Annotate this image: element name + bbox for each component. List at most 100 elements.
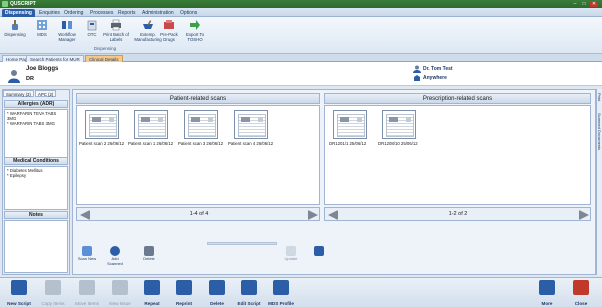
mds-profile-button[interactable]: MDS Profile xyxy=(266,279,296,307)
export-arrow-icon xyxy=(190,20,200,30)
scan-new-button[interactable]: Scan New xyxy=(77,246,97,268)
scan-thumbnail[interactable] xyxy=(85,110,119,139)
document-tabs: Home Page Search Patients for MUR Clinic… xyxy=(0,54,602,62)
prescription-scans-pager: 1-2 of 2 xyxy=(324,207,591,221)
side-tab-strip: Print Scanned Documents xyxy=(596,89,602,275)
allergies-header: Allergies (ADR) xyxy=(4,100,68,108)
scan-thumbnail[interactable] xyxy=(333,110,367,139)
previous-arrow-icon[interactable] xyxy=(80,210,90,220)
otc-icon xyxy=(87,20,97,31)
grid-icon xyxy=(539,280,555,295)
scan-thumbnail[interactable] xyxy=(184,110,218,139)
prescription-scans-area: DR1201/1 25/06/12 DR1208/10 25/06/12 xyxy=(324,105,591,205)
exit-icon xyxy=(573,280,589,295)
menu-tab-enquiries[interactable]: Enquiries xyxy=(36,9,63,17)
scan-caption: DR1208/10 25/06/12 xyxy=(378,141,418,146)
menu-tab-processes[interactable]: Processes xyxy=(87,9,116,17)
move-items-button[interactable]: Move Items xyxy=(72,279,102,307)
menu-tab-reports[interactable]: Reports xyxy=(115,9,139,17)
previous-arrow-icon[interactable] xyxy=(328,210,338,220)
doctor-name: Dr. Tom Test xyxy=(423,66,453,72)
clinical-summary-panel: Summary (3) APC (2) Allergies (ADR) * WA… xyxy=(2,89,70,275)
printer-icon xyxy=(314,246,324,256)
prescription-scans-header: Prescription-related scans xyxy=(324,93,591,104)
ribbon-export-tosho-button[interactable]: Export To TOSHO xyxy=(182,19,208,47)
pestle-icon xyxy=(12,20,18,30)
close-button[interactable]: Close xyxy=(566,279,596,307)
window-close-button[interactable]: ✕ xyxy=(590,1,598,7)
ribbon-pre-pack-drugs-button[interactable]: Pre-Pack Drugs xyxy=(156,19,182,47)
new-issue-icon xyxy=(112,280,128,295)
menu-tab-ordering[interactable]: Ordering xyxy=(61,9,86,17)
ribbon-workflow-manager-button[interactable]: Workflow Manager xyxy=(54,19,80,47)
side-tab-print[interactable]: Print xyxy=(597,93,602,101)
delete-button[interactable]: Delete xyxy=(202,279,232,307)
workflow-icon xyxy=(62,21,72,29)
mortar-icon xyxy=(143,20,153,29)
patient-location: Anywhere xyxy=(423,75,447,81)
bottom-toolbar: New Script Copy Items Move Items New Iss… xyxy=(0,277,602,307)
tab-apc[interactable]: APC (2) xyxy=(35,90,57,97)
print-scan-button[interactable] xyxy=(309,246,329,268)
list-item: * WARFARIN TABS 3MG xyxy=(7,121,55,126)
delete-scan-button[interactable]: Delete xyxy=(139,246,159,268)
copy-icon xyxy=(45,280,61,295)
patient-avatar-icon xyxy=(8,70,20,83)
repeat-button[interactable]: Repeat xyxy=(137,279,167,307)
app-title: QUSCRIPT xyxy=(10,1,36,7)
scan-caption: Patient scan 1 26/06/12 xyxy=(128,141,174,146)
ribbon-otc-button[interactable]: OTC xyxy=(79,19,105,47)
doctor-icon xyxy=(413,65,421,73)
scan-caption: Patient scan 2 26/06/12 xyxy=(79,141,125,146)
list-item: * WARFARIN TEVA TABS 3MG xyxy=(7,111,57,121)
doc-tab-search-patients[interactable]: Search Patients for MUR xyxy=(26,55,84,62)
menu-tab-dispensing[interactable]: Dispensing xyxy=(2,9,35,17)
medical-conditions-header: Medical Conditions xyxy=(4,157,68,165)
update-button[interactable]: Update xyxy=(281,246,301,268)
new-issue-button[interactable]: New Issue xyxy=(105,279,135,307)
tab-summary[interactable]: Summary (3) xyxy=(3,90,34,97)
progress-bar xyxy=(207,242,277,245)
notes-header: Notes xyxy=(4,211,68,219)
next-arrow-icon[interactable] xyxy=(308,210,318,220)
patient-scans-pager: 1-4 of 4 xyxy=(76,207,320,221)
minimize-button[interactable]: – xyxy=(571,1,579,7)
edit-script-button[interactable]: Edit Script xyxy=(234,279,264,307)
doc-tab-clinical-details[interactable]: Clinical Details xyxy=(85,55,123,62)
move-icon xyxy=(79,280,95,295)
list-item: * Epilepsy xyxy=(7,173,27,178)
more-button[interactable]: More xyxy=(532,279,562,307)
mds-profile-icon xyxy=(273,280,289,295)
trash-icon xyxy=(209,280,225,295)
side-tab-scanned-documents[interactable]: Scanned Documents xyxy=(597,113,602,150)
reprint-icon xyxy=(176,280,192,295)
reprint-button[interactable]: Reprint xyxy=(169,279,199,307)
printer-icon xyxy=(111,19,121,31)
maximize-button[interactable]: □ xyxy=(580,1,588,7)
menu-bar: Dispensing Enquiries Ordering Processes … xyxy=(0,8,602,17)
scan-thumbnail[interactable] xyxy=(134,110,168,139)
ribbon-print-batch-button[interactable]: Print Batch of Labels xyxy=(103,19,129,47)
scanned-documents-panel: Patient-related scans Patient scan 2 26/… xyxy=(72,89,596,275)
ribbon-mds-button[interactable]: MDS xyxy=(29,19,55,47)
scan-thumbnail[interactable] xyxy=(382,110,416,139)
menu-tab-options[interactable]: Options xyxy=(177,9,200,17)
copy-items-button[interactable]: Copy Items xyxy=(38,279,68,307)
patient-scans-area: Patient scan 2 26/06/12 Patient scan 1 2… xyxy=(76,105,320,205)
scan-caption: DR1201/1 25/06/12 xyxy=(329,141,367,146)
menu-tab-administration[interactable]: Administration xyxy=(139,9,177,17)
scan-thumbnail[interactable] xyxy=(234,110,268,139)
add-scanned-button[interactable]: Add Scanned xyxy=(103,246,127,268)
notes-box[interactable] xyxy=(4,220,68,273)
ribbon: Dispensing MDS Workflow Manager OTC Prin… xyxy=(0,17,602,54)
next-arrow-icon[interactable] xyxy=(579,210,589,220)
new-script-icon xyxy=(11,280,27,295)
app-logo-icon xyxy=(2,1,8,7)
add-icon xyxy=(110,246,120,256)
pill-box-icon xyxy=(164,20,174,29)
scanner-icon xyxy=(82,246,92,256)
ribbon-dispensing-button[interactable]: Dispensing xyxy=(2,19,28,47)
repeat-icon xyxy=(144,280,160,295)
medical-conditions-list: * Diabetes Mellitus * Epilepsy xyxy=(4,166,68,210)
new-script-button[interactable]: New Script xyxy=(4,279,34,307)
